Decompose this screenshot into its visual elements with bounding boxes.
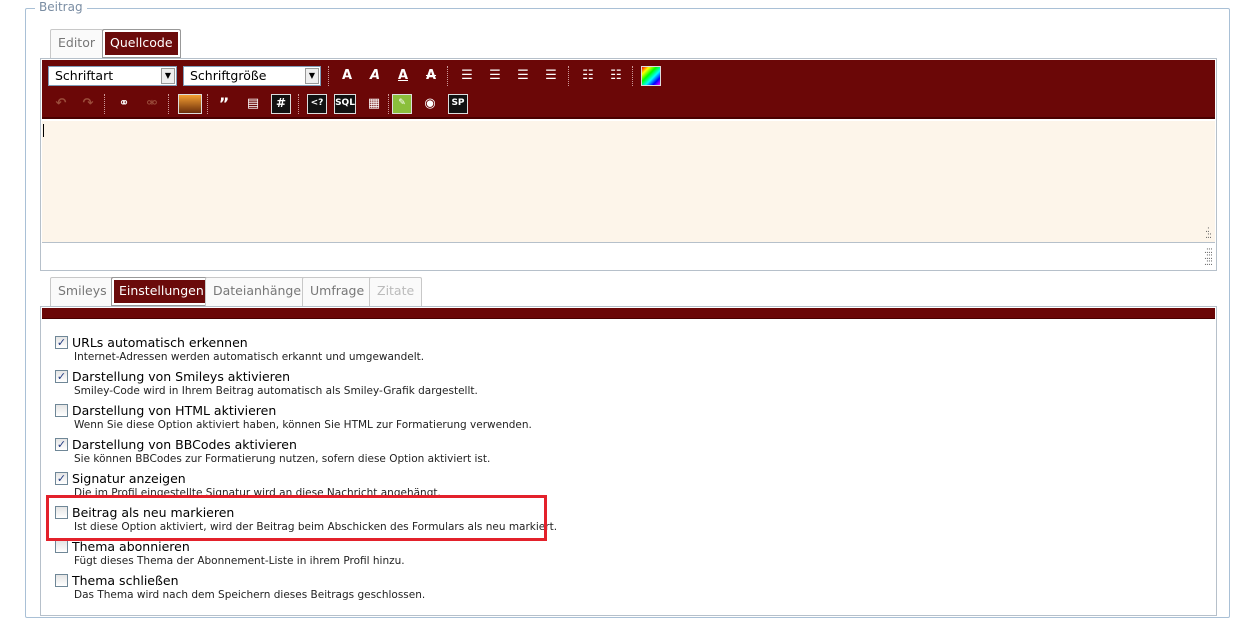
link-icon[interactable]: ⚭ xyxy=(114,94,134,114)
tab-zitate: Zitate xyxy=(369,277,423,306)
check-icon: ✓ xyxy=(56,370,67,383)
checkbox[interactable] xyxy=(55,540,68,553)
font-size-select-value: Schriftgröße xyxy=(190,68,267,83)
align-right-icon[interactable]: ☰ xyxy=(513,66,533,86)
option-label: Darstellung von BBCodes aktivieren xyxy=(72,437,297,452)
toolbar-separator xyxy=(328,66,330,86)
editor: Schriftart ▼ Schriftgröße ▼ A A A A ☰ ☰ … xyxy=(40,58,1217,271)
align-left-icon[interactable]: ☰ xyxy=(457,66,477,86)
option-description: Smiley-Code wird in Ihrem Beitrag automa… xyxy=(74,385,478,397)
resize-grip-icon[interactable]: .:.:: xyxy=(1205,226,1212,241)
message-textarea[interactable]: .:.:: xyxy=(42,121,1215,243)
settings-header-bar xyxy=(42,308,1215,319)
checkbox[interactable]: ✓ xyxy=(55,336,68,349)
toolbar-separator xyxy=(568,66,570,86)
font-family-select[interactable]: Schriftart ▼ xyxy=(48,66,177,86)
toolbar-separator xyxy=(207,94,209,114)
italic-icon[interactable]: A xyxy=(365,66,385,86)
tab-smileys[interactable]: Smileys xyxy=(50,277,115,306)
sql-icon[interactable]: SQL xyxy=(334,94,356,114)
toolbar-separator xyxy=(388,94,390,114)
spoiler-icon[interactable]: SP xyxy=(448,94,468,114)
quote-icon[interactable]: ” xyxy=(214,94,234,114)
checkbox[interactable]: ✓ xyxy=(55,472,68,485)
image-icon[interactable] xyxy=(178,94,202,114)
option-description: Das Thema wird nach dem Speichern dieses… xyxy=(74,589,426,601)
option-description: Fügt dieses Thema der Abonnement-Liste i… xyxy=(74,555,405,567)
check-icon: ✓ xyxy=(56,336,67,349)
chevron-down-icon: ▼ xyxy=(161,68,175,84)
fieldset-legend: Beitrag xyxy=(35,0,87,14)
option-description: Sie können BBCodes zur Formatierung nutz… xyxy=(74,453,491,465)
undo-icon[interactable]: ↶ xyxy=(51,94,71,114)
check-icon: ✓ xyxy=(56,438,67,451)
tab-quellcode[interactable]: Quellcode xyxy=(102,29,181,58)
color-picker-icon[interactable] xyxy=(641,66,661,86)
settings-panel: ✓ URLs automatisch erkennen Internet-Adr… xyxy=(40,306,1217,616)
unlink-icon[interactable]: ⚮ xyxy=(142,94,162,114)
align-justify-icon[interactable]: ☰ xyxy=(541,66,561,86)
tab-einstellungen[interactable]: Einstellungen xyxy=(111,277,212,306)
text-caret xyxy=(43,124,44,137)
comment-icon[interactable]: ▤ xyxy=(243,94,263,114)
tab-umfrage[interactable]: Umfrage xyxy=(302,277,373,306)
check-icon: ✓ xyxy=(56,472,67,485)
checkbox[interactable]: ✓ xyxy=(55,438,68,451)
redo-icon[interactable]: ↷ xyxy=(78,94,98,114)
bullet-list-icon[interactable]: ☷ xyxy=(578,66,598,86)
checkbox[interactable] xyxy=(55,574,68,587)
option-description: Wenn Sie diese Option aktiviert haben, k… xyxy=(74,419,532,431)
eye-icon[interactable]: ◉ xyxy=(420,94,440,114)
option-label: Thema abonnieren xyxy=(72,539,190,554)
toolbar-separator xyxy=(168,94,170,114)
toolbar-separator xyxy=(447,66,449,86)
bold-icon[interactable]: A xyxy=(337,66,357,86)
tab-editor[interactable]: Editor xyxy=(50,29,103,58)
option-label: Darstellung von HTML aktivieren xyxy=(72,403,277,418)
checkbox[interactable]: ✓ xyxy=(55,370,68,383)
strikethrough-icon[interactable]: A xyxy=(421,66,441,86)
checkbox[interactable] xyxy=(55,404,68,417)
chevron-down-icon: ▼ xyxy=(305,68,319,84)
tab-dateianhaenge[interactable]: Dateianhänge xyxy=(205,277,310,306)
option-label: URLs automatisch erkennen xyxy=(72,335,248,350)
pencil-icon[interactable]: ✎ xyxy=(392,94,412,114)
font-family-select-value: Schriftart xyxy=(55,68,114,83)
toolbar-separator xyxy=(298,94,300,114)
align-center-icon[interactable]: ☰ xyxy=(485,66,505,86)
toolbar-separator xyxy=(104,94,106,114)
option-description: Internet-Adressen werden automatisch erk… xyxy=(74,351,425,363)
php-icon[interactable]: <? xyxy=(307,94,327,114)
resize-handle-icon[interactable]: .:::.:::.::: xyxy=(1204,247,1213,268)
option-label: Darstellung von Smileys aktivieren xyxy=(72,369,291,384)
underline-icon[interactable]: A xyxy=(393,66,413,86)
highlight-box xyxy=(46,495,547,541)
numbered-list-icon[interactable]: ☷ xyxy=(606,66,626,86)
option-label: Signatur anzeigen xyxy=(72,471,186,486)
code-icon[interactable]: # xyxy=(271,94,291,114)
font-size-select[interactable]: Schriftgröße ▼ xyxy=(183,66,321,86)
editor-toolbar: Schriftart ▼ Schriftgröße ▼ A A A A ☰ ☰ … xyxy=(42,60,1215,119)
option-label: Thema schließen xyxy=(72,573,179,588)
toolbar-separator xyxy=(632,66,634,86)
film-icon[interactable]: ▦ xyxy=(364,94,384,114)
